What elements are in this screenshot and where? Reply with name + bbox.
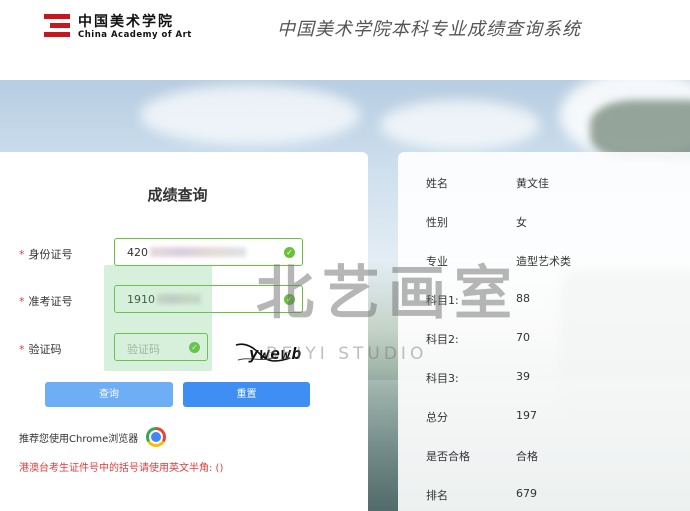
chrome-icon	[146, 427, 166, 447]
captcha-placeholder: 验证码	[127, 343, 160, 356]
id-number-input[interactable]: 420 ✓	[114, 238, 303, 266]
query-button[interactable]: 查询	[45, 382, 173, 407]
id-number-label: * 身份证号	[19, 248, 73, 261]
result-row: 专业 造型艺术类	[426, 253, 676, 268]
logo-mark-icon	[44, 14, 70, 38]
result-value: 197	[516, 409, 537, 422]
exam-number-value: 1910	[127, 293, 155, 306]
captcha-input[interactable]: 验证码 ✓	[114, 333, 208, 361]
result-value: 造型艺术类	[516, 255, 571, 268]
site-title: 中国美术学院本科专业成绩查询系统	[277, 19, 581, 40]
result-value: 黄文佳	[516, 177, 549, 190]
result-row: 排名 679	[426, 487, 676, 502]
captcha-label: * 验证码	[19, 343, 62, 356]
result-value: 合格	[516, 450, 538, 463]
result-row: 科目2: 70	[426, 331, 676, 346]
result-label: 专业	[426, 255, 448, 268]
result-label: 科目2:	[426, 333, 459, 346]
valid-check-icon: ✓	[284, 294, 295, 305]
exam-number-input[interactable]: 1910 ✓	[114, 285, 303, 313]
result-label: 性别	[426, 216, 448, 229]
result-row: 总分 197	[426, 409, 676, 424]
bracket-warning: 港澳台考生证件号中的括号请使用英文半角: ()	[19, 463, 224, 474]
result-row: 性别 女	[426, 214, 676, 229]
browser-tip: 推荐您使用Chrome浏览器	[19, 434, 139, 445]
result-label: 姓名	[426, 177, 448, 190]
result-panel: 姓名 黄文佳 性别 女 专业 造型艺术类 科目1: 88 科目2: 70 科目3…	[398, 152, 690, 511]
result-row: 科目3: 39	[426, 370, 676, 385]
logo-english-name: China Academy of Art	[78, 30, 192, 40]
result-value: 39	[516, 370, 530, 383]
valid-check-icon: ✓	[284, 247, 295, 258]
exam-number-label: * 准考证号	[19, 295, 73, 308]
redacted-digits	[157, 294, 201, 304]
result-label: 科目1:	[426, 294, 459, 307]
query-form-panel: 成绩查询 * 身份证号 420 ✓ * 准考证号 1910 ✓ * 验证码 验证码 ✓…	[0, 152, 368, 511]
school-logo[interactable]: 中国美术学院 China Academy of Art	[44, 12, 194, 42]
logo-chinese-name: 中国美术学院	[78, 14, 174, 30]
result-value: 70	[516, 331, 530, 344]
redacted-digits	[150, 247, 246, 257]
header: 中国美术学院 China Academy of Art 中国美术学院本科专业成绩…	[0, 0, 690, 80]
result-value: 679	[516, 487, 537, 500]
valid-check-icon: ✓	[189, 342, 200, 353]
result-value: 女	[516, 216, 527, 229]
result-row: 姓名 黄文佳	[426, 175, 676, 190]
id-number-value: 420	[127, 246, 148, 259]
captcha-image[interactable]: ywewb	[232, 338, 328, 370]
result-label: 总分	[426, 411, 448, 424]
result-row: 是否合格 合格	[426, 448, 676, 463]
form-title: 成绩查询	[147, 186, 208, 204]
result-label: 是否合格	[426, 450, 470, 463]
result-label: 排名	[426, 489, 448, 502]
captcha-text: ywewb	[249, 344, 303, 363]
result-label: 科目3:	[426, 372, 459, 385]
result-row: 科目1: 88	[426, 292, 676, 307]
result-value: 88	[516, 292, 530, 305]
reset-button[interactable]: 重置	[183, 382, 310, 407]
